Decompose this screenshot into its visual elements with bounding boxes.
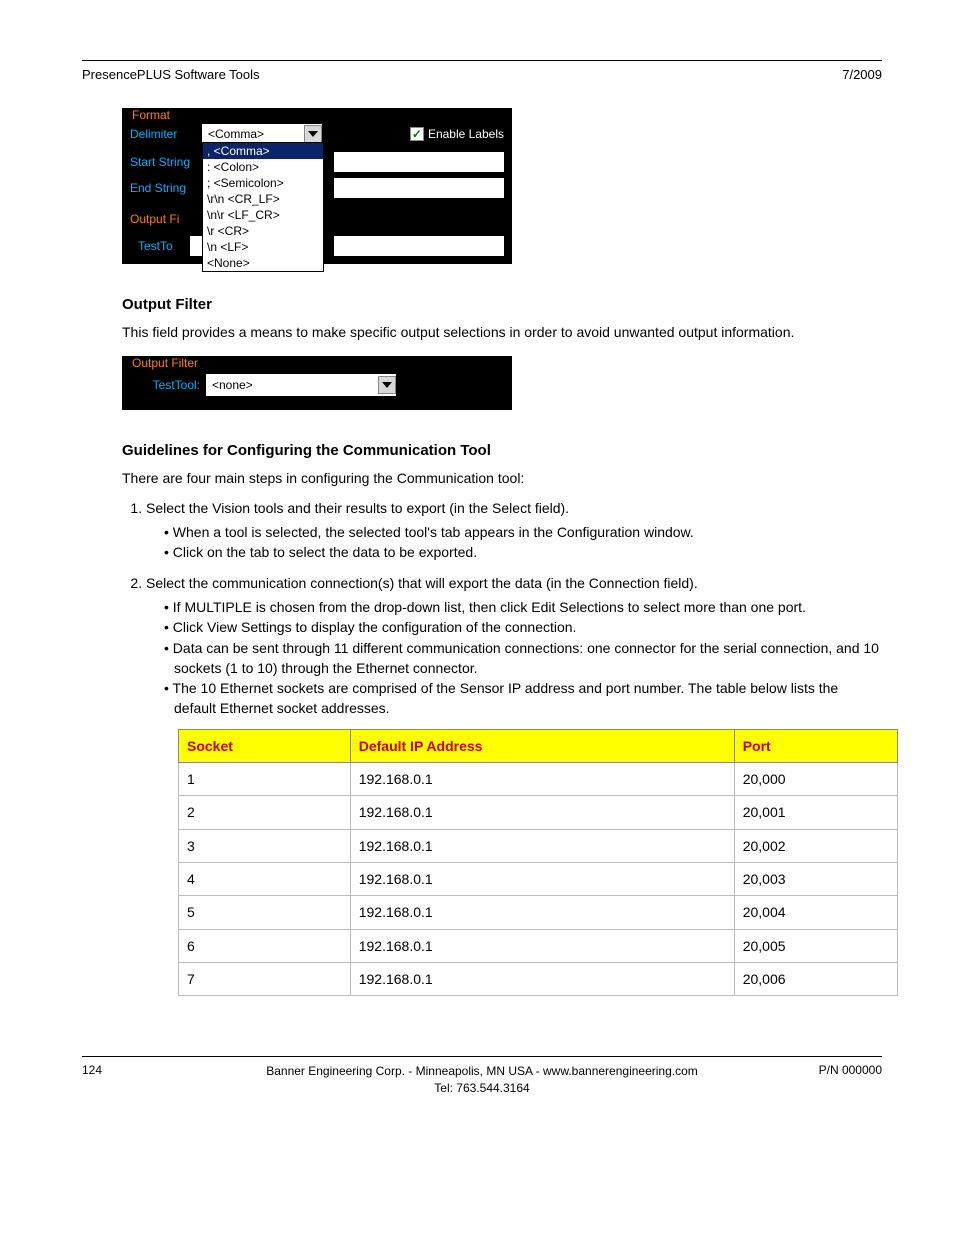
output-filter-sublabel: Output Fi: [130, 212, 202, 226]
header-left: PresencePLUS Software Tools: [82, 67, 260, 82]
table-header: Socket: [179, 729, 351, 762]
table-cell: 20,004: [734, 896, 897, 929]
step1-bullets: When a tool is selected, the selected to…: [164, 522, 882, 563]
table-cell: 5: [179, 896, 351, 929]
testtool-value-box: [334, 236, 504, 256]
table-cell: 20,000: [734, 763, 897, 796]
output-filter-panel: Output Filter TestTool: <none>: [122, 356, 512, 410]
guidelines-list: Select the Vision tools and their result…: [140, 498, 882, 996]
table-row: 1192.168.0.120,000: [179, 763, 898, 796]
chevron-down-icon: [382, 382, 392, 388]
table-header: Port: [734, 729, 897, 762]
bullet-item: If MULTIPLE is chosen from the drop-down…: [164, 597, 882, 617]
delimiter-option[interactable]: \n\r <LF_CR>: [203, 207, 323, 223]
delimiter-option[interactable]: \r <CR>: [203, 223, 323, 239]
of-testtool-value: <none>: [212, 378, 253, 392]
delimiter-option[interactable]: : <Colon>: [203, 159, 323, 175]
table-header: Default IP Address: [350, 729, 734, 762]
table-cell: 192.168.0.1: [350, 796, 734, 829]
chevron-down-icon: [308, 131, 318, 137]
delimiter-label: Delimiter: [130, 127, 202, 141]
guidelines-heading: Guidelines for Configuring the Communica…: [122, 442, 882, 459]
table-row: 3192.168.0.120,002: [179, 829, 898, 862]
footer-tel: Tel: 763.544.3164: [202, 1080, 762, 1097]
delimiter-value: <Comma>: [208, 127, 264, 141]
delimiter-option[interactable]: ; <Semicolon>: [203, 175, 323, 191]
table-cell: 20,002: [734, 829, 897, 862]
output-filter-group-label: Output Filter: [130, 356, 200, 370]
bullet-item: Click on the tab to select the data to b…: [164, 542, 882, 562]
start-string-input[interactable]: [334, 152, 504, 172]
enable-labels-text: Enable Labels: [428, 127, 504, 141]
delimiter-dropdown-button[interactable]: [304, 125, 322, 143]
delimiter-options-list[interactable]: , <Comma>: <Colon>; <Semicolon>\r\n <CR_…: [202, 142, 324, 272]
table-cell: 6: [179, 929, 351, 962]
table-cell: 7: [179, 962, 351, 995]
guidelines-intro: There are four main steps in configuring…: [122, 469, 882, 488]
bullet-item: Click View Settings to display the confi…: [164, 617, 882, 637]
output-filter-body: This field provides a means to make spec…: [122, 323, 882, 342]
bullet-item: The 10 Ethernet sockets are comprised of…: [164, 678, 882, 719]
table-cell: 192.168.0.1: [350, 962, 734, 995]
table-cell: 192.168.0.1: [350, 862, 734, 895]
output-filter-heading: Output Filter: [122, 296, 882, 313]
table-cell: 2: [179, 796, 351, 829]
table-cell: 192.168.0.1: [350, 929, 734, 962]
table-cell: 192.168.0.1: [350, 763, 734, 796]
table-cell: 3: [179, 829, 351, 862]
end-string-label: End String: [130, 181, 202, 195]
table-cell: 20,006: [734, 962, 897, 995]
socket-table: SocketDefault IP AddressPort 1192.168.0.…: [178, 729, 898, 996]
footer-part-number: P/N 000000: [762, 1063, 882, 1097]
footer-company: Banner Engineering Corp. - Minneapolis, …: [202, 1063, 762, 1080]
of-testtool-label: TestTool:: [132, 378, 206, 392]
bullet-item: When a tool is selected, the selected to…: [164, 522, 882, 542]
step2-text: Select the communication connection(s) t…: [146, 575, 698, 591]
delimiter-option[interactable]: <None>: [203, 255, 323, 271]
testtool-sublabel: TestTo: [138, 239, 186, 253]
step1-text: Select the Vision tools and their result…: [146, 500, 569, 516]
step2-bullets: If MULTIPLE is chosen from the drop-down…: [164, 597, 882, 719]
delimiter-option[interactable]: , <Comma>: [203, 143, 323, 159]
table-cell: 20,001: [734, 796, 897, 829]
table-row: 7192.168.0.120,006: [179, 962, 898, 995]
format-panel: Format Delimiter <Comma> ✓ Enable Labels: [122, 108, 512, 264]
table-row: 5192.168.0.120,004: [179, 896, 898, 929]
delimiter-option[interactable]: \n <LF>: [203, 239, 323, 255]
header-right: 7/2009: [842, 67, 882, 82]
delimiter-option[interactable]: \r\n <CR_LF>: [203, 191, 323, 207]
table-cell: 4: [179, 862, 351, 895]
delimiter-select[interactable]: <Comma>: [202, 124, 322, 144]
bullet-item: Data can be sent through 11 different co…: [164, 638, 882, 679]
end-string-input[interactable]: [334, 178, 504, 198]
table-cell: 20,005: [734, 929, 897, 962]
table-cell: 192.168.0.1: [350, 829, 734, 862]
footer-page-number: 124: [82, 1063, 202, 1097]
table-row: 6192.168.0.120,005: [179, 929, 898, 962]
table-cell: 20,003: [734, 862, 897, 895]
table-row: 2192.168.0.120,001: [179, 796, 898, 829]
format-group-label: Format: [130, 108, 172, 122]
table-row: 4192.168.0.120,003: [179, 862, 898, 895]
table-cell: 192.168.0.1: [350, 896, 734, 929]
table-cell: 1: [179, 763, 351, 796]
of-dropdown-button[interactable]: [378, 376, 396, 394]
start-string-label: Start String: [130, 155, 202, 169]
enable-labels-checkbox[interactable]: ✓: [410, 127, 424, 141]
of-testtool-select[interactable]: <none>: [206, 374, 396, 396]
